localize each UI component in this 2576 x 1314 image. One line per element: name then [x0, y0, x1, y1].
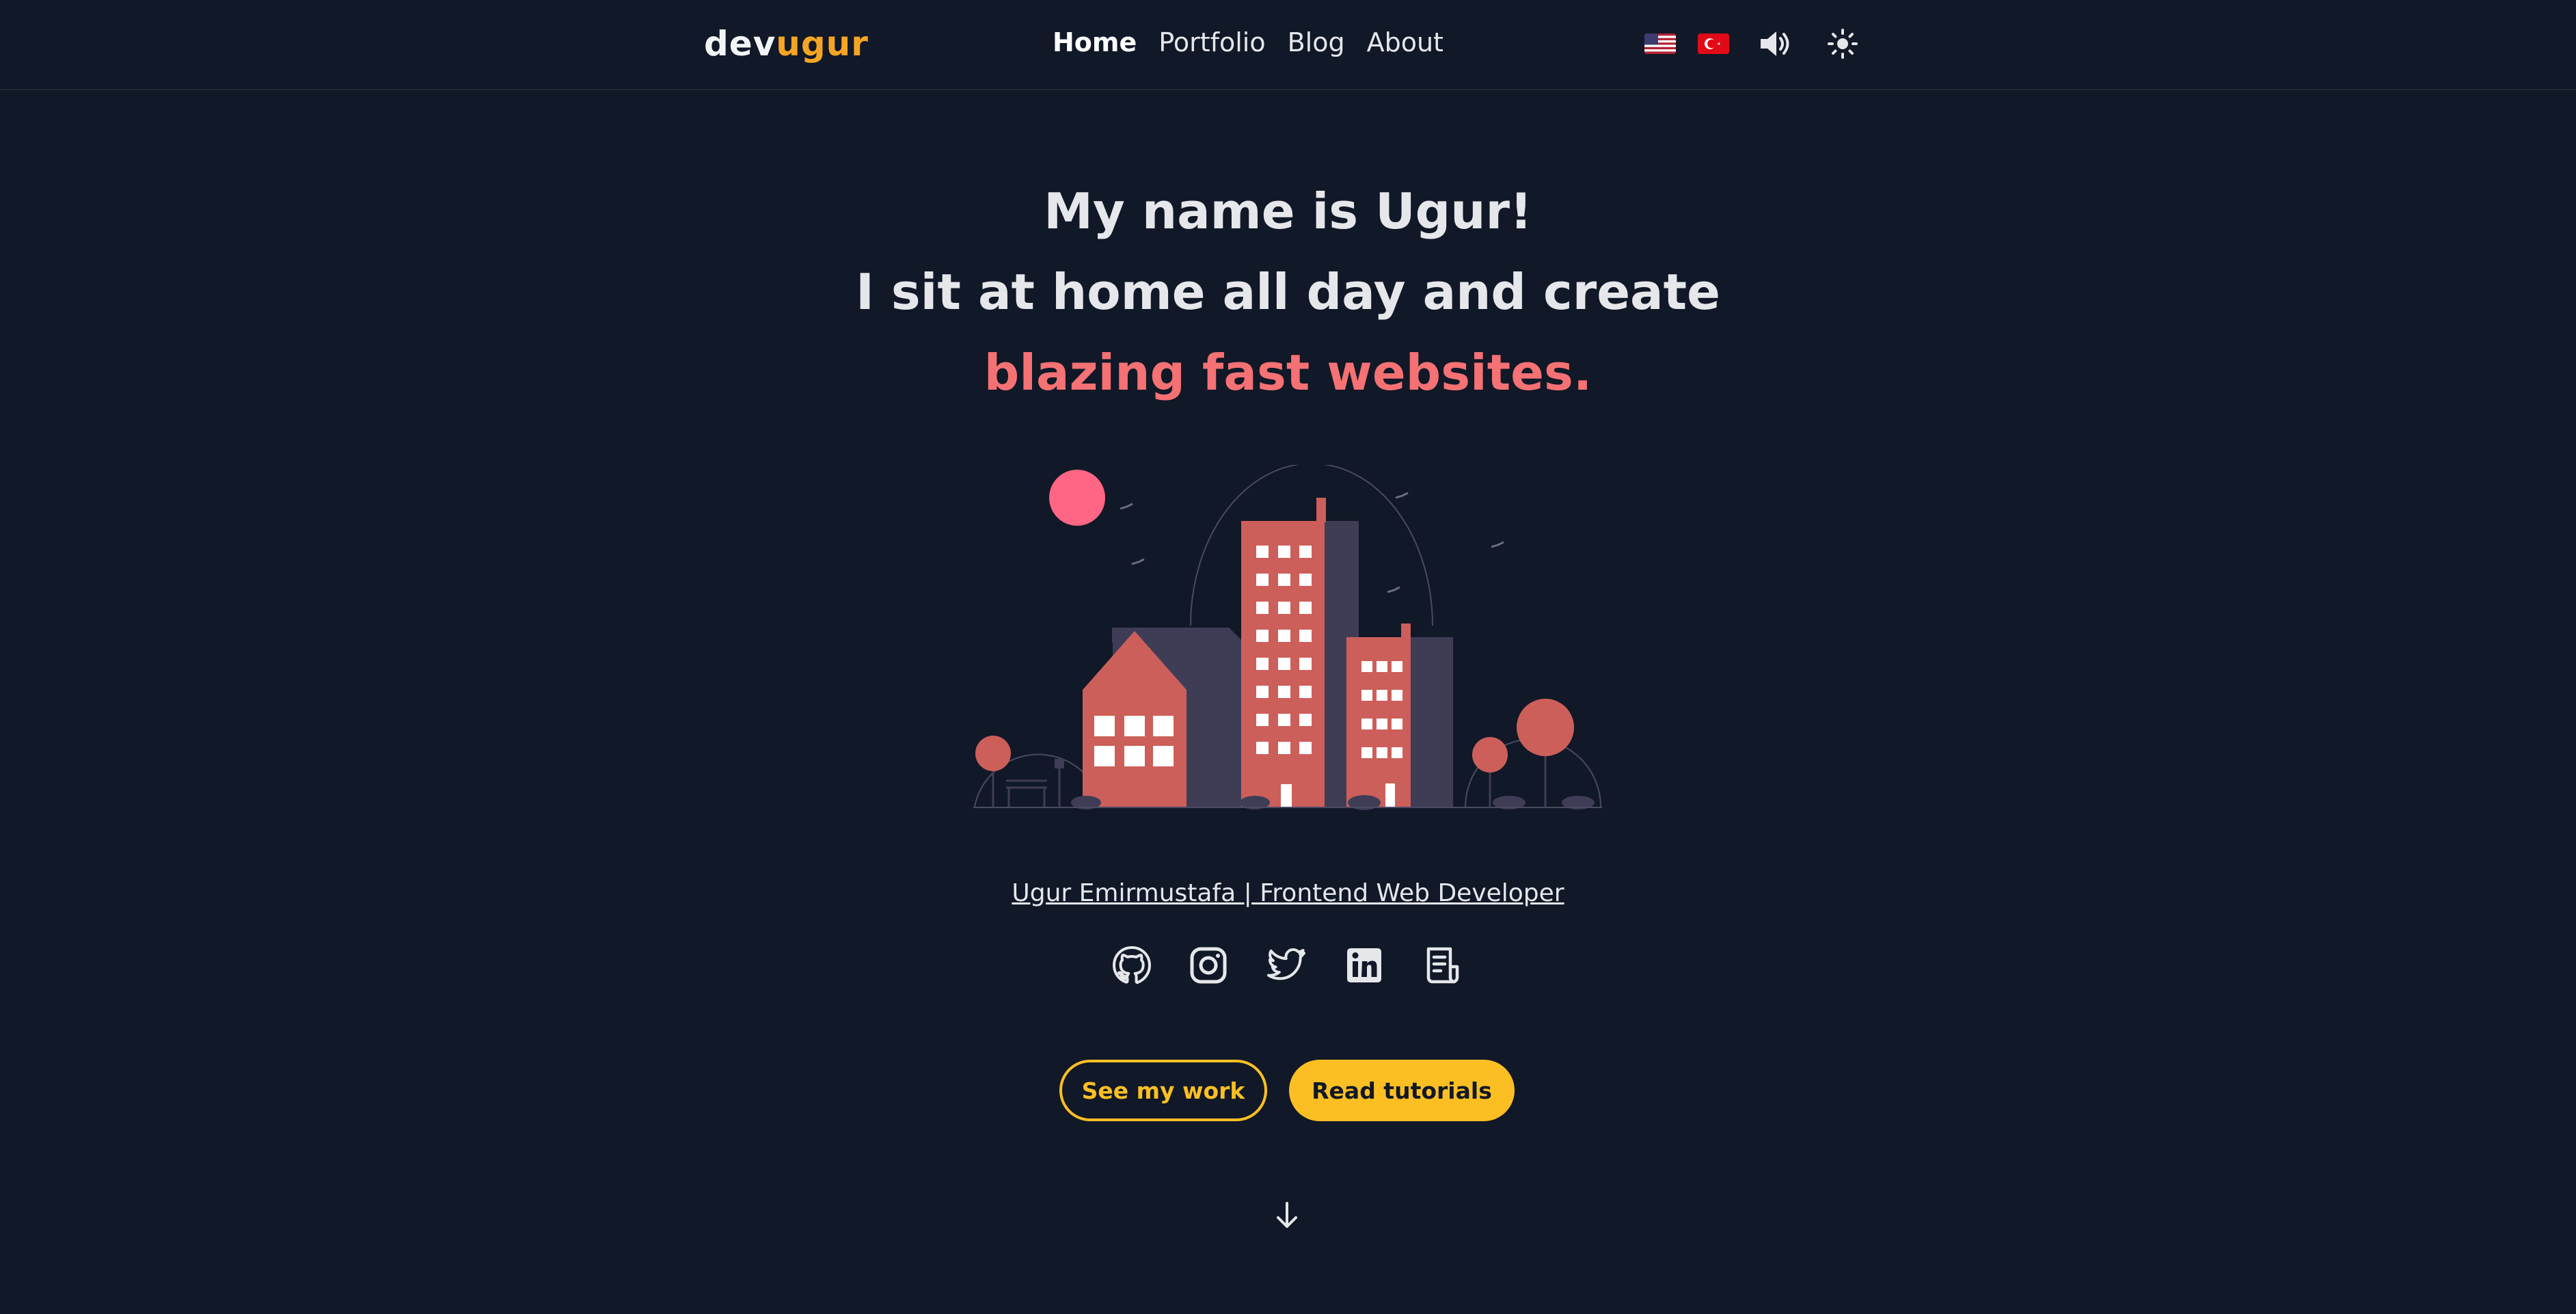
twitter-icon[interactable]	[1264, 943, 1308, 987]
nav-home[interactable]: Home	[1053, 23, 1137, 62]
hero-heading: My name is Ugur! I sit at home all day a…	[0, 171, 2576, 413]
tagline: Ugur Emirmustafa | Frontend Web Develope…	[0, 875, 2576, 912]
us-flag-icon[interactable]	[1644, 33, 1676, 54]
hero-line-3: blazing fast websites.	[984, 344, 1592, 401]
read-tutorials-button[interactable]: Read tutorials	[1289, 1060, 1515, 1121]
sun-icon[interactable]	[1823, 25, 1862, 63]
arrow-down-icon[interactable]	[1270, 1198, 1304, 1232]
social-links	[1110, 943, 1465, 987]
hero-line-2: I sit at home all day and create	[856, 263, 1720, 321]
turkey-flag-icon[interactable]	[1698, 33, 1729, 54]
site-logo[interactable]: devugur	[704, 21, 869, 67]
city-illustration	[973, 463, 1602, 810]
top-navigation-bar: devugur Home Portfolio Blog About	[0, 0, 2576, 90]
nav-portfolio[interactable]: Portfolio	[1158, 23, 1265, 62]
main-nav: Home Portfolio Blog About	[1053, 23, 1443, 62]
nav-about[interactable]: About	[1367, 23, 1443, 62]
speaker-icon[interactable]	[1757, 25, 1795, 63]
header-tools	[1640, 25, 1866, 63]
linkedin-icon[interactable]	[1342, 943, 1386, 987]
nav-blog[interactable]: Blog	[1288, 23, 1345, 62]
logo-prefix: dev	[704, 24, 776, 64]
logo-suffix: ugur	[776, 24, 869, 64]
github-icon[interactable]	[1110, 943, 1154, 987]
see-my-work-button[interactable]: See my work	[1059, 1060, 1267, 1121]
tagline-link[interactable]: Ugur Emirmustafa | Frontend Web Develope…	[1012, 879, 1564, 907]
hero-line-1: My name is Ugur!	[1044, 183, 1532, 240]
resume-icon[interactable]	[1420, 943, 1464, 987]
instagram-icon[interactable]	[1187, 943, 1230, 987]
